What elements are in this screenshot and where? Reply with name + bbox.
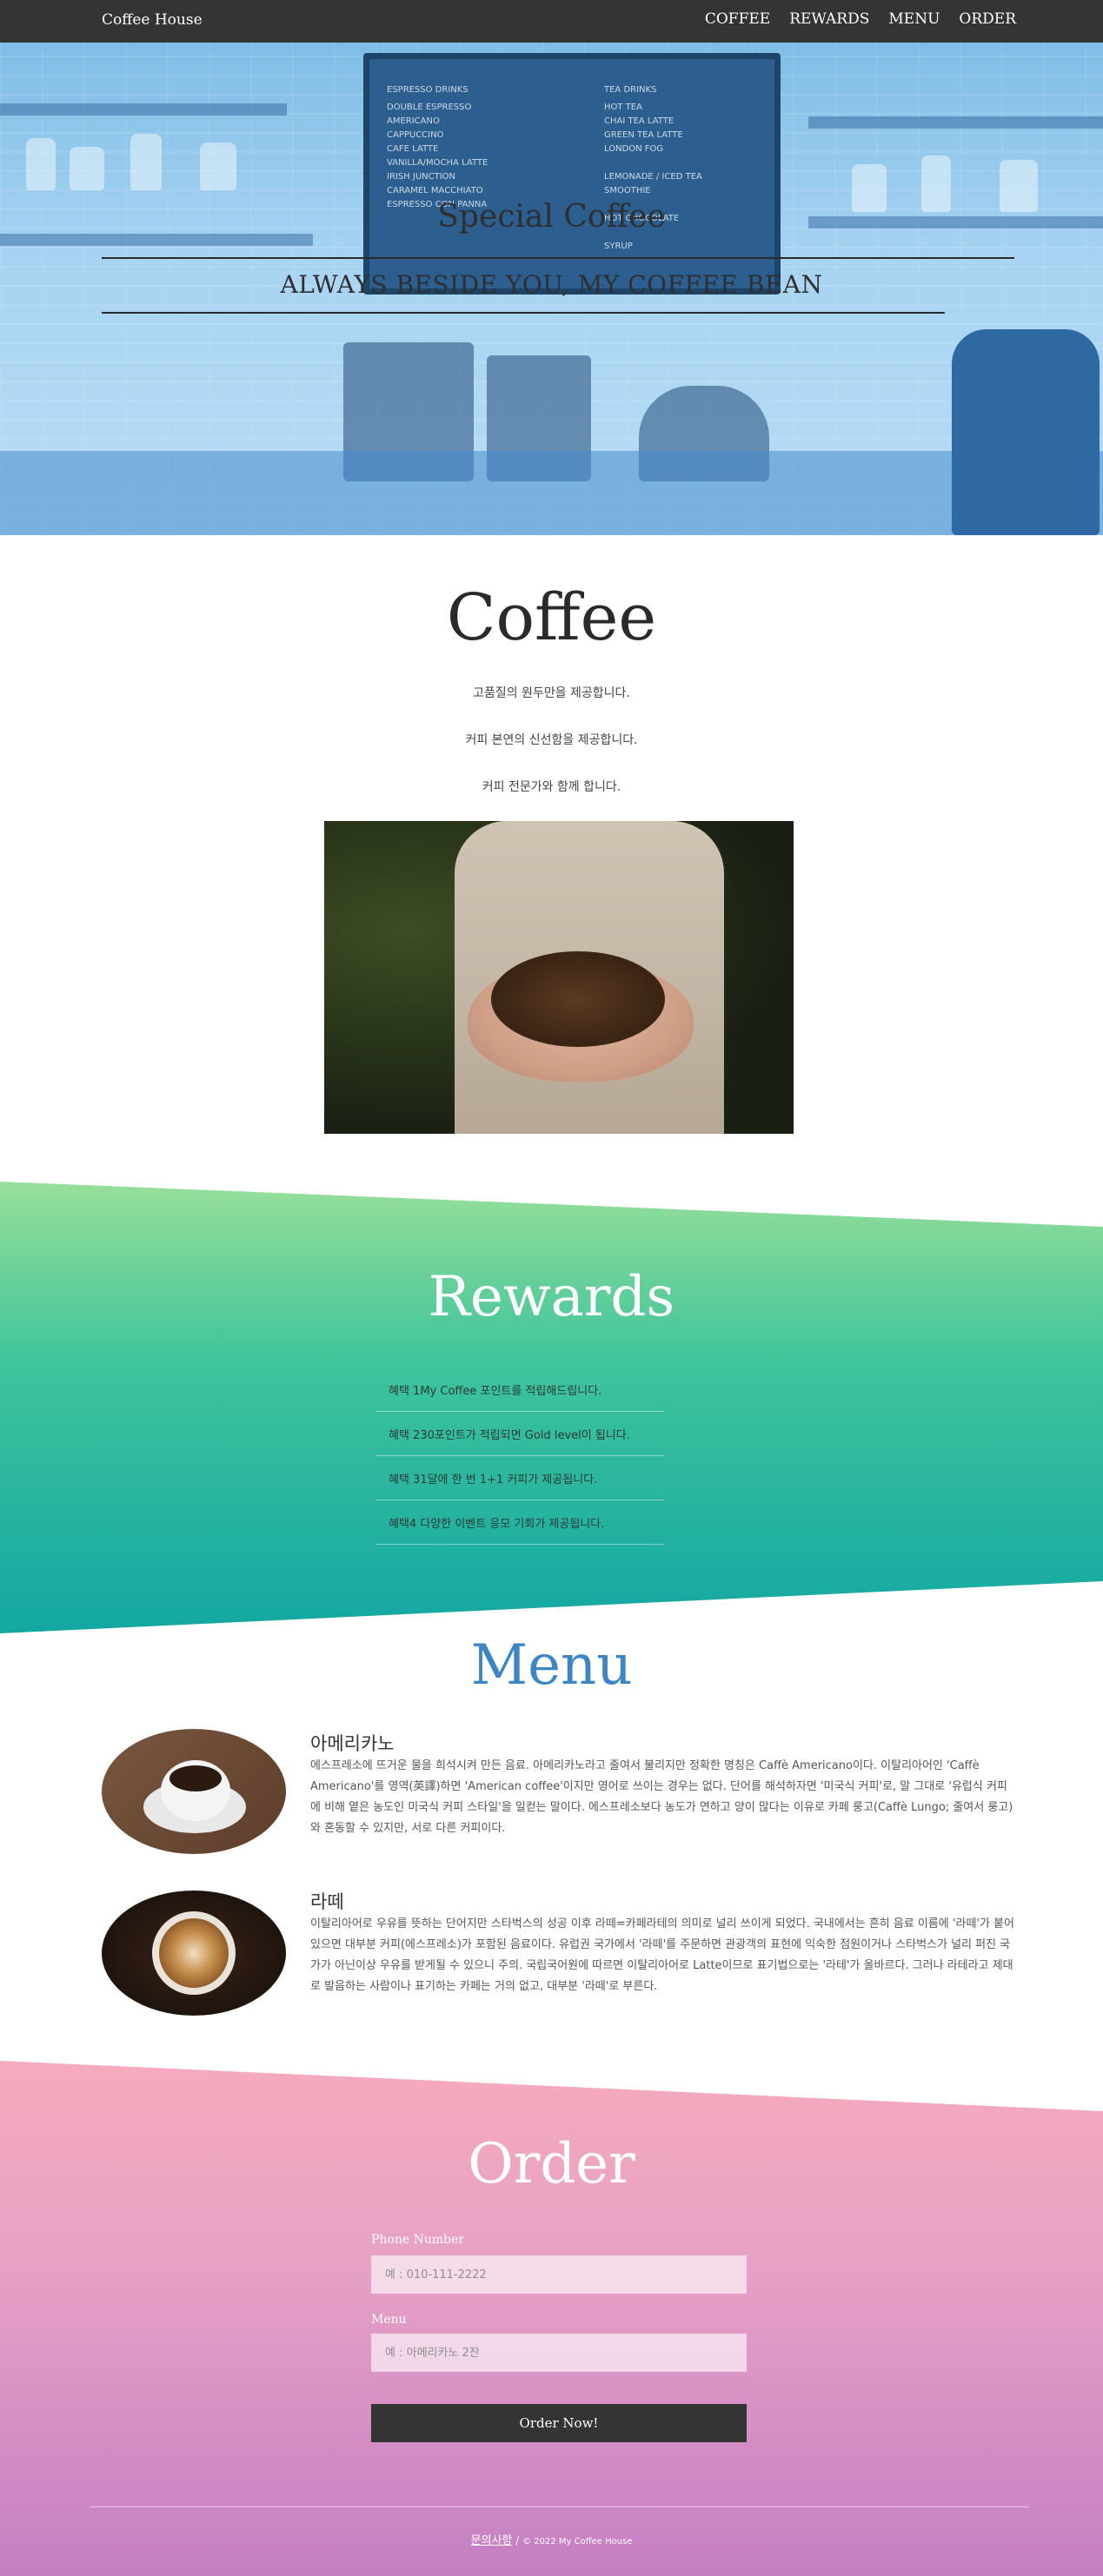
hero-shelf (808, 116, 1103, 129)
reward-list-item: 혜택 230포인트가 적립되면 Gold level이 됩니다. (375, 1413, 664, 1456)
hero-counter (0, 451, 1103, 535)
phone-label: Phone Number (371, 2233, 465, 2247)
nav-links: COFFEE REWARDS MENU ORDER (705, 10, 1016, 28)
photo-coffee-beans (491, 951, 665, 1047)
nav-link-order[interactable]: ORDER (959, 10, 1016, 28)
menu-item-description: 이탈리아어로 우유를 뜻하는 단어지만 스타벅스의 성공 이후 라떼=카페라테의… (310, 1917, 1015, 1993)
hero-jar (200, 142, 236, 190)
photo-latte-art (159, 1918, 229, 1988)
hero-jar (26, 138, 56, 190)
hero-title: Special Coffee (437, 199, 666, 235)
coffee-feature-line: 고품질의 원두만을 제공합니다. (473, 686, 630, 700)
coffee-section-title: Coffee (446, 580, 657, 655)
latte-photo (102, 1891, 286, 2016)
order-now-button[interactable]: Order Now! (371, 2404, 747, 2442)
hero-banner: ESPRESSO DRINKS DOUBLE ESPRESSO AMERICAN… (0, 43, 1103, 535)
hero-shelf (0, 103, 287, 116)
menu-item-name: 아메리카노 (310, 1733, 395, 1754)
brand-link[interactable]: Coffee House (102, 11, 203, 29)
hero-divider-bottom (102, 312, 945, 314)
coffee-feature-line: 커피 본연의 신선함을 제공합니다. (465, 733, 638, 747)
order-section-title: Order (468, 2132, 635, 2196)
menu-item-description: 에스프레소에 뜨거운 물을 희석시켜 만든 음료. 아메리카노라고 줄여서 불리… (310, 1759, 1013, 1835)
hero-jar (130, 134, 162, 190)
hero-jar (70, 147, 104, 190)
nav-link-coffee[interactable]: COFFEE (705, 10, 770, 28)
reward-list-item: 혜택 31달에 한 번 1+1 커피가 제공됩니다. (375, 1457, 664, 1500)
reward-list-item: 혜택4 다양한 이벤트 응모 기회가 제공됩니다. (375, 1501, 664, 1545)
copyright-text: © 2022 My Coffee House (522, 2537, 633, 2546)
menu-item-name: 라떼 (310, 1891, 344, 1912)
reward-list-item: 혜택 1My Coffee 포인트를 적립해드립니다. (375, 1368, 664, 1412)
nav-link-rewards[interactable]: REWARDS (789, 10, 869, 28)
footer-separator: / (515, 2534, 520, 2546)
footer-divider (90, 2506, 1029, 2507)
hero-subtitle: ALWAYS BESIDE YOU, MY COFFEE BEAN (280, 270, 823, 299)
coffee-beans-photo (324, 821, 794, 1134)
menu-section-title: Menu (470, 1633, 633, 1698)
rewards-section-title: Rewards (428, 1265, 675, 1329)
photo-coffee (169, 1765, 222, 1791)
inquiry-link[interactable]: 문의사항 (471, 2534, 513, 2547)
phone-input[interactable] (371, 2255, 747, 2294)
menu-label: Menu (371, 2313, 407, 2327)
top-navbar: Coffee House COFFEE REWARDS MENU ORDER (0, 0, 1103, 43)
hero-shelf (0, 234, 313, 246)
americano-photo (102, 1729, 286, 1854)
hero-side-chalkboard (952, 329, 1100, 535)
nav-link-menu[interactable]: MENU (888, 10, 940, 28)
coffee-feature-line: 커피 전문가와 함께 합니다. (482, 780, 621, 794)
hero-divider-top (102, 257, 1014, 259)
menu-input[interactable] (371, 2334, 747, 2372)
footer: 문의사항 / © 2022 My Coffee House (0, 2531, 1103, 2547)
